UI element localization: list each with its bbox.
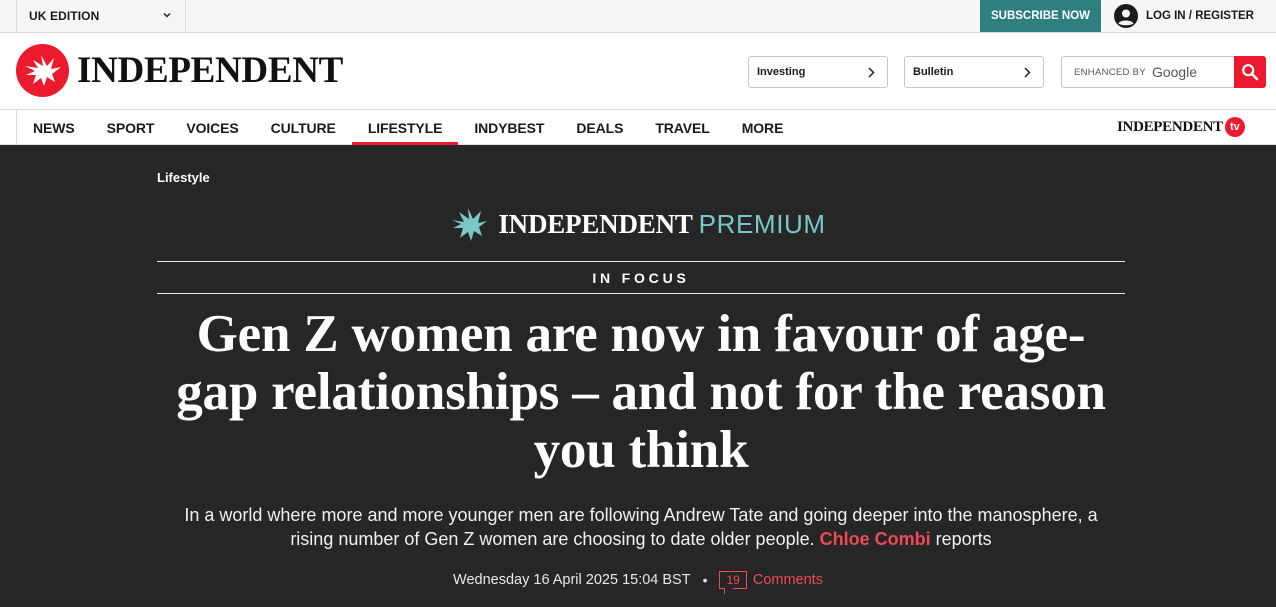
nav-label: MORE — [741, 119, 784, 136]
search-icon — [1242, 64, 1259, 81]
nav-item-sport[interactable]: SPORT — [91, 110, 171, 145]
investing-link[interactable]: Investing — [748, 56, 888, 88]
article-meta: Wednesday 16 April 2025 15:04 BST • 19 C… — [0, 571, 1276, 594]
comments-label: Comments — [752, 572, 823, 588]
comment-count: 19 — [726, 573, 740, 587]
main-navigation: NEWS SPORT VOICES CULTURE LIFESTYLE INDY… — [0, 110, 1276, 145]
nav-label: NEWS — [33, 119, 75, 136]
article-hero: Lifestyle INDEPENDENT PREMIUM IN FOCUS G… — [0, 145, 1276, 607]
nav-label: CULTURE — [270, 119, 336, 136]
section-label-bar: IN FOCUS — [157, 261, 1125, 294]
eagle-logo-icon — [452, 208, 488, 241]
tv-wordmark: INDEPENDENT — [1117, 118, 1223, 135]
tv-badge: tv — [1224, 117, 1245, 137]
chevron-right-icon — [1024, 67, 1031, 78]
site-logo[interactable]: INDEPENDENT — [16, 44, 343, 97]
nav-label: VOICES — [186, 119, 239, 136]
nav-label: SPORT — [106, 119, 155, 136]
nav-label: DEALS — [576, 119, 624, 136]
nav-items: NEWS SPORT VOICES CULTURE LIFESTYLE INDY… — [16, 110, 799, 145]
edition-label: UK EDITION — [29, 9, 100, 23]
logo-wordmark: INDEPENDENT — [77, 50, 344, 91]
premium-label: PREMIUM — [698, 208, 826, 239]
nav-item-lifestyle[interactable]: LIFESTYLE — [351, 110, 459, 145]
user-avatar-icon — [1114, 4, 1138, 28]
search-button[interactable] — [1234, 56, 1266, 88]
chevron-down-icon — [163, 12, 171, 18]
section-label: IN FOCUS — [592, 269, 690, 286]
premium-branding: INDEPENDENT PREMIUM — [0, 206, 1276, 242]
comments-link[interactable]: 19 Comments — [719, 571, 823, 594]
search-google-label: Google — [1151, 64, 1198, 80]
search-enhanced-label: ENHANCED BY — [1074, 66, 1146, 78]
meta-separator: • — [702, 572, 708, 588]
article-standfirst: In a world where more and more younger m… — [180, 503, 1102, 551]
login-register-link[interactable]: LOG IN / REGISTER — [1114, 0, 1254, 32]
masthead: INDEPENDENT Investing Bulletin ENHANCED … — [0, 33, 1276, 110]
author-suffix: reports — [935, 529, 992, 549]
nav-item-voices[interactable]: VOICES — [170, 110, 254, 145]
author-link[interactable]: Chloe Combi — [820, 529, 931, 549]
comment-bubble-icon: 19 — [719, 571, 747, 594]
eagle-logo-icon — [16, 44, 69, 97]
nav-item-news[interactable]: NEWS — [17, 110, 91, 145]
chevron-right-icon — [868, 67, 875, 78]
nav-item-culture[interactable]: CULTURE — [255, 110, 352, 145]
breadcrumb[interactable]: Lifestyle — [157, 170, 210, 185]
premium-wordmark: INDEPENDENT — [498, 208, 693, 239]
investing-label: Investing — [757, 66, 806, 78]
edition-selector[interactable]: UK EDITION — [16, 0, 186, 32]
nav-item-travel[interactable]: TRAVEL — [639, 110, 725, 145]
login-label: LOG IN / REGISTER — [1146, 10, 1254, 22]
nav-label: TRAVEL — [655, 119, 710, 136]
nav-item-deals[interactable]: DEALS — [560, 110, 639, 145]
nav-item-more[interactable]: MORE — [726, 110, 800, 145]
search-input[interactable]: ENHANCED BY Google — [1062, 57, 1234, 87]
bulletin-link[interactable]: Bulletin — [904, 56, 1044, 88]
subscribe-button[interactable]: SUBSCRIBE NOW — [980, 0, 1101, 32]
publish-date: Wednesday 16 April 2025 15:04 BST — [453, 572, 691, 588]
nav-label: INDYBEST — [474, 119, 545, 136]
top-utility-bar: UK EDITION SUBSCRIBE NOW LOG IN / REGIST… — [0, 0, 1276, 33]
subscribe-label: SUBSCRIBE NOW — [990, 10, 1091, 22]
nav-item-indybest[interactable]: INDYBEST — [458, 110, 560, 145]
nav-label: LIFESTYLE — [367, 119, 443, 136]
independent-tv-link[interactable]: INDEPENDENT tv — [1117, 117, 1245, 137]
bulletin-label: Bulletin — [913, 66, 954, 78]
article-headline: Gen Z women are now in favour of age-gap… — [176, 305, 1106, 479]
site-search: ENHANCED BY Google — [1061, 56, 1266, 88]
